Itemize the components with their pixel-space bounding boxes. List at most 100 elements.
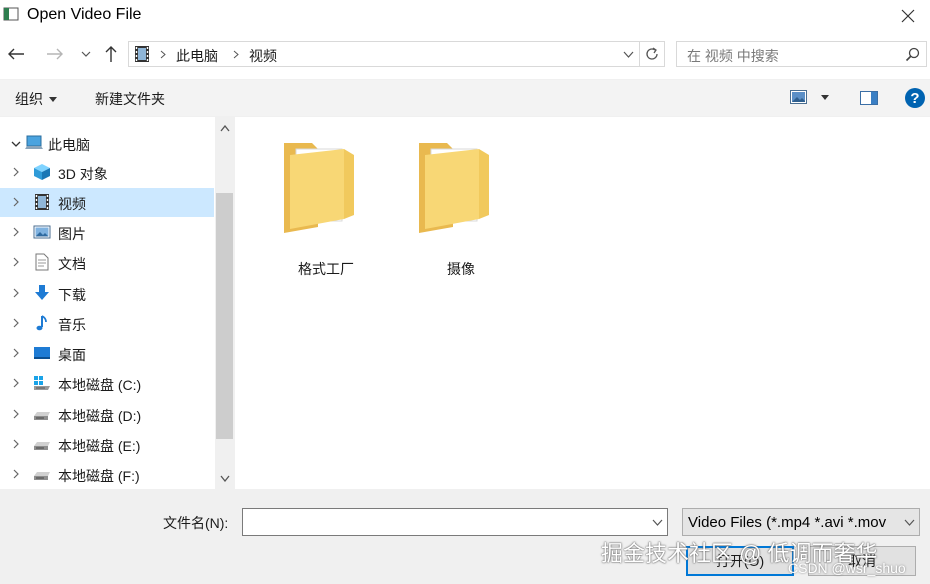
refresh-icon[interactable]: [644, 46, 660, 62]
download-arrow-icon: [35, 285, 49, 300]
file-type-select[interactable]: Video Files (*.mp4 *.avi *.mov: [682, 508, 920, 536]
tree-item[interactable]: 文档: [0, 248, 214, 277]
tree-item-label: 本地磁盘 (F:): [58, 468, 140, 484]
tree-item[interactable]: 3D 对象: [0, 158, 214, 187]
up-button[interactable]: [100, 43, 122, 65]
arrow-right-icon: [47, 48, 63, 60]
search-icon[interactable]: [905, 47, 920, 62]
new-folder-button[interactable]: 新建文件夹: [95, 89, 165, 109]
computer-icon: [25, 135, 43, 149]
chevron-down-icon[interactable]: [904, 519, 915, 526]
chevron-right-icon: [233, 50, 239, 59]
arrow-left-icon: [8, 48, 24, 60]
tree-item[interactable]: 图片: [0, 218, 214, 247]
folder-icon: [284, 143, 354, 233]
address-bar[interactable]: 此电脑 视频: [128, 41, 665, 67]
tree-item-label: 文档: [58, 256, 86, 272]
chevron-down-icon[interactable]: [652, 519, 663, 526]
tree-item[interactable]: 下载: [0, 279, 214, 308]
folder-item[interactable]: 格式工厂: [270, 125, 382, 277]
close-button[interactable]: [886, 0, 930, 31]
tree-item[interactable]: 桌面: [0, 339, 214, 368]
organize-label: 组织: [15, 91, 43, 107]
drive-icon: [34, 412, 50, 420]
app-icon: [3, 7, 19, 21]
window-title: Open Video File: [27, 6, 142, 23]
tree-item[interactable]: 本地磁盘 (F:): [0, 460, 214, 489]
chevron-down-icon[interactable]: [623, 51, 634, 58]
chevron-right-icon[interactable]: [11, 439, 21, 449]
chevron-right-icon[interactable]: [11, 197, 21, 207]
recent-locations-button[interactable]: [75, 43, 97, 65]
breadcrumb-item[interactable]: 视频: [249, 46, 277, 66]
organize-button[interactable]: 组织: [15, 89, 57, 109]
command-bar: 组织 新建文件夹 ?: [0, 79, 930, 117]
folder-item[interactable]: 摄像: [405, 125, 517, 277]
file-list: 格式工厂 摄像: [236, 117, 930, 489]
tree-item[interactable]: 音乐: [0, 309, 214, 338]
chevron-right-icon: [160, 50, 166, 59]
navigation-pane: 此电脑 3D 对象 视频 图片 文档 下载 音乐 桌面 本地磁盘 (C:) 本地…: [0, 117, 235, 489]
chevron-down-icon: [81, 51, 91, 57]
chevron-right-icon[interactable]: [11, 378, 21, 388]
filename-label: 文件名(N):: [163, 515, 229, 531]
search-box[interactable]: 在 视频 中搜索: [676, 41, 927, 67]
film-icon: [35, 194, 49, 210]
tree-item-label: 下载: [58, 287, 86, 303]
folder-name: 格式工厂: [298, 261, 354, 277]
chevron-right-icon[interactable]: [11, 257, 21, 267]
scroll-down-icon[interactable]: [220, 475, 230, 482]
file-type-value: Video Files (*.mp4 *.avi *.mov: [688, 514, 887, 531]
tree-item-label: 3D 对象: [58, 166, 108, 182]
title-bar: Open Video File: [0, 0, 930, 31]
music-note-icon: [36, 315, 47, 331]
caret-down-icon: [821, 94, 829, 100]
chevron-right-icon[interactable]: [11, 409, 21, 419]
folder-name: 摄像: [447, 261, 475, 277]
caret-down-icon: [49, 96, 57, 102]
breadcrumb-item[interactable]: 此电脑: [176, 46, 218, 66]
tree-item-label: 音乐: [58, 317, 86, 333]
back-button[interactable]: [5, 43, 27, 65]
divider: [639, 42, 640, 66]
tree-item-label: 此电脑: [48, 137, 90, 153]
preview-pane-icon[interactable]: [860, 91, 878, 105]
scroll-up-icon[interactable]: [220, 125, 230, 132]
document-icon: [35, 253, 49, 271]
tree-item-selected[interactable]: 视频: [0, 188, 214, 217]
new-folder-label: 新建文件夹: [95, 91, 165, 107]
forward-button[interactable]: [44, 43, 66, 65]
folder-icon: [419, 143, 489, 233]
arrow-up-icon: [105, 46, 117, 62]
chevron-right-icon[interactable]: [11, 318, 21, 328]
search-input[interactable]: 在 视频 中搜索: [687, 46, 779, 66]
chevron-right-icon[interactable]: [11, 348, 21, 358]
help-icon[interactable]: ?: [905, 88, 925, 108]
tree-item[interactable]: 本地磁盘 (E:): [0, 430, 214, 459]
filename-field[interactable]: [242, 508, 668, 536]
tree-item-label: 本地磁盘 (E:): [58, 438, 141, 454]
tree-item[interactable]: 本地磁盘 (D:): [0, 400, 214, 429]
drive-icon: [34, 472, 50, 480]
windows-drive-icon: [34, 376, 50, 390]
chevron-right-icon[interactable]: [11, 167, 21, 177]
desktop-icon: [34, 347, 50, 359]
scrollbar-thumb[interactable]: [216, 193, 233, 439]
watermark-text: CSDN @wsr_shuo: [788, 560, 906, 576]
film-icon: [135, 46, 149, 62]
tree-item-label: 图片: [58, 226, 86, 242]
tree-item-label: 本地磁盘 (C:): [58, 377, 142, 393]
picture-icon: [33, 225, 51, 239]
tree-item-this-pc[interactable]: 此电脑: [0, 129, 214, 158]
drive-icon: [34, 442, 50, 450]
tree-item-label: 视频: [58, 196, 86, 212]
chevron-right-icon[interactable]: [11, 227, 21, 237]
view-options-button[interactable]: [790, 90, 829, 104]
chevron-right-icon[interactable]: [11, 469, 21, 479]
cube-3d-icon: [34, 164, 50, 180]
tree-item[interactable]: 本地磁盘 (C:): [0, 369, 214, 398]
chevron-down-icon[interactable]: [11, 139, 21, 149]
chevron-right-icon[interactable]: [11, 288, 21, 298]
tree-item-label: 桌面: [58, 347, 86, 363]
close-icon: [901, 9, 915, 22]
